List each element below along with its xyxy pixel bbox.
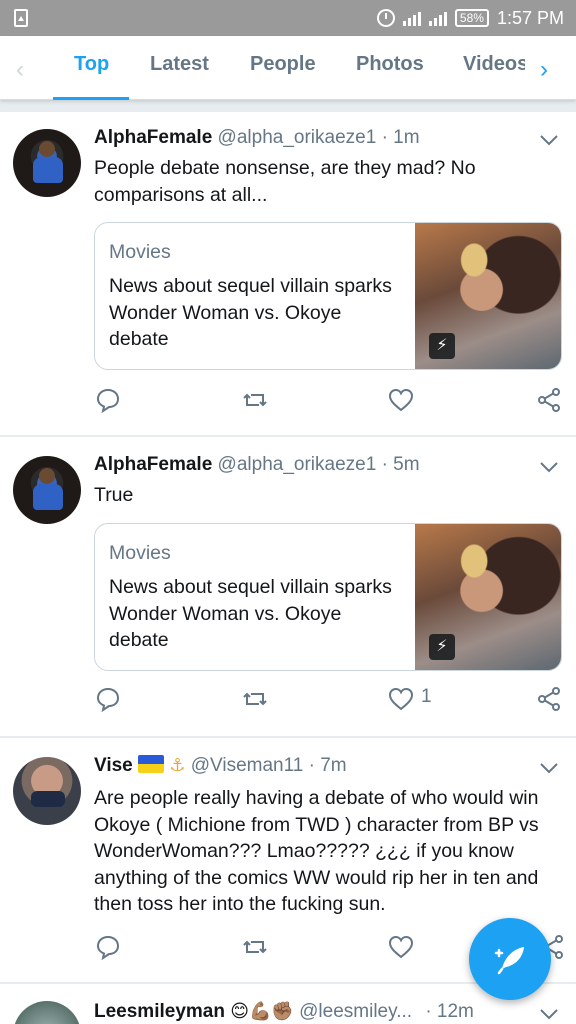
notification-icon xyxy=(14,9,28,27)
separator-dot: · xyxy=(308,755,315,776)
tweet-text: Are people really having a debate of who… xyxy=(94,787,539,915)
display-name[interactable]: AlphaFemale xyxy=(94,454,212,475)
trident-icon: ⚓ xyxy=(169,755,186,775)
display-name[interactable]: Leesmileyman xyxy=(94,1001,225,1022)
tweet-text: True xyxy=(94,484,134,506)
timestamp: 7m xyxy=(320,755,347,776)
tweet-header: AlphaFemale @alpha_orikaeze1 · 1m xyxy=(94,127,420,149)
retweet-icon[interactable] xyxy=(241,685,269,713)
card-thumbnail: ⚡ xyxy=(415,524,561,670)
like-count: 1 xyxy=(421,686,432,707)
status-time: 1:57 PM xyxy=(496,7,564,28)
chevron-down-icon[interactable] xyxy=(538,456,560,478)
ukraine-flag-icon xyxy=(138,755,165,773)
timestamp: 12m xyxy=(436,1001,474,1022)
status-bar: 58% 1:57 PM xyxy=(0,0,576,36)
chevron-down-icon[interactable] xyxy=(538,1003,560,1024)
card-category: Movies xyxy=(109,542,171,564)
tweet[interactable]: AlphaFemale @alpha_orikaeze1 · 5m True M… xyxy=(0,437,576,736)
tab-top[interactable]: Top xyxy=(74,53,109,76)
avatar[interactable] xyxy=(13,456,81,524)
handle[interactable]: @alpha_orikaeze1 xyxy=(218,454,377,475)
retweet-icon[interactable] xyxy=(241,933,269,961)
timestamp: 1m xyxy=(393,127,420,148)
name-emojis: 😊💪🏽✊🏽 xyxy=(230,1001,294,1021)
compose-feather-icon xyxy=(494,947,524,975)
link-card[interactable]: Movies News about sequel villain sparks … xyxy=(94,523,562,671)
avatar[interactable] xyxy=(13,129,81,197)
card-title: News about sequel villain sparks Wonder … xyxy=(109,275,392,350)
chevron-right-icon[interactable]: › xyxy=(540,56,548,84)
retweet-icon[interactable] xyxy=(241,386,269,414)
share-icon[interactable] xyxy=(535,386,563,414)
reply-icon[interactable] xyxy=(94,685,122,713)
avatar[interactable] xyxy=(13,1001,81,1024)
battery-indicator: 58% xyxy=(454,9,489,27)
tweet-header: Vise ⚓ @Viseman11 · 7m xyxy=(94,755,347,777)
card-category: Movies xyxy=(109,241,171,263)
status-right: 58% 1:57 PM xyxy=(376,7,564,29)
card-thumbnail: ⚡ xyxy=(415,223,561,369)
tweet-actions: 1 xyxy=(0,685,576,719)
search-tab-bar: ‹ Top Latest People Photos Videos › xyxy=(0,36,576,100)
lightning-icon: ⚡ xyxy=(429,634,455,660)
tab-latest[interactable]: Latest xyxy=(150,53,209,76)
tab-photos[interactable]: Photos xyxy=(356,53,424,76)
avatar[interactable] xyxy=(13,757,81,825)
display-name[interactable]: Vise xyxy=(94,755,133,776)
handle[interactable]: @leesmiley... xyxy=(299,1001,412,1022)
chevron-left-icon[interactable]: ‹ xyxy=(16,56,24,84)
lightning-icon: ⚡ xyxy=(429,333,455,359)
card-title: News about sequel villain sparks Wonder … xyxy=(109,576,392,651)
compose-button[interactable] xyxy=(469,918,551,1000)
tweet-actions xyxy=(0,386,576,420)
heart-icon[interactable] xyxy=(387,933,415,961)
tweet-header: AlphaFemale @alpha_orikaeze1 · 5m xyxy=(94,454,420,476)
reply-icon[interactable] xyxy=(94,386,122,414)
handle[interactable]: @Viseman11 xyxy=(191,755,304,776)
chevron-down-icon[interactable] xyxy=(538,129,560,151)
heart-icon[interactable] xyxy=(387,386,415,414)
chevron-down-icon[interactable] xyxy=(538,757,560,779)
reply-icon[interactable] xyxy=(94,933,122,961)
separator-dot: · xyxy=(381,127,388,148)
handle[interactable]: @alpha_orikaeze1 xyxy=(218,127,377,148)
tweet-text: People debate nonsense, are they mad? No… xyxy=(94,157,476,206)
separator-dot: · xyxy=(425,1001,432,1022)
tweet-header: Leesmileyman 😊💪🏽✊🏽 @leesmiley... · 12m xyxy=(94,1001,474,1023)
share-icon[interactable] xyxy=(535,685,563,713)
signal-icon-2 xyxy=(428,10,447,26)
tweet[interactable]: AlphaFemale @alpha_orikaeze1 · 1m People… xyxy=(0,112,576,435)
separator-dot: · xyxy=(381,454,388,475)
tab-people[interactable]: People xyxy=(250,53,316,76)
tab-videos[interactable]: Videos xyxy=(463,53,525,76)
link-card[interactable]: Movies News about sequel villain sparks … xyxy=(94,222,562,370)
heart-icon[interactable] xyxy=(387,685,415,713)
signal-icon xyxy=(402,10,421,26)
active-tab-indicator xyxy=(53,97,129,100)
timestamp: 5m xyxy=(393,454,420,475)
display-name[interactable]: AlphaFemale xyxy=(94,127,212,148)
alarm-icon xyxy=(376,9,395,27)
